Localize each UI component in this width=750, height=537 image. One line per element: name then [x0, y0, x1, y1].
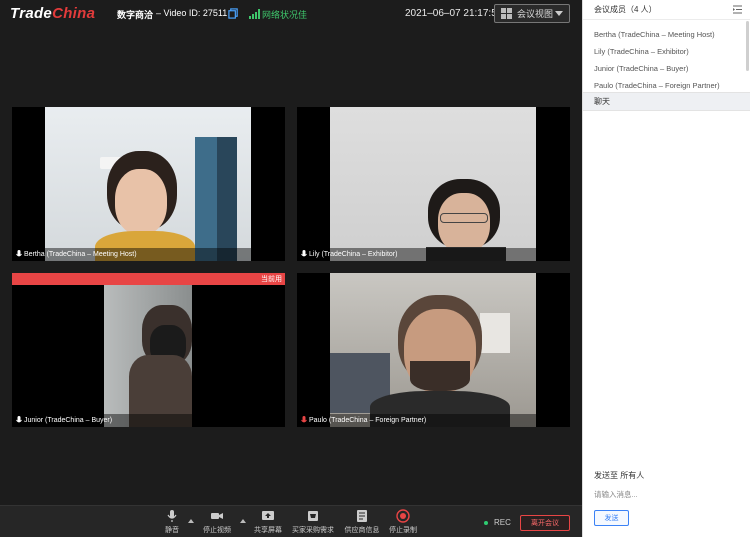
meeting-stage: TradeChina 数字商洽 – Video ID: 27511 网络状况佳 …	[0, 0, 582, 537]
stop-record-label: 停止录制	[389, 527, 417, 534]
recording-dot-icon	[484, 520, 488, 525]
chevron-down-icon	[555, 11, 563, 16]
active-speaker-label: 当前用	[261, 276, 282, 283]
microphone-icon	[301, 250, 307, 257]
mute-button[interactable]: 静音	[151, 509, 193, 535]
video-feed	[330, 273, 536, 427]
video-tile-junior[interactable]: 当前用 Junior (TradeChina – Buyer)	[12, 273, 285, 427]
video-id: – Video ID: 27511	[156, 8, 228, 18]
active-speaker-bar: 当前用	[12, 273, 285, 285]
share-screen-icon	[262, 511, 274, 520]
members-header: 会议成员（4 人）	[583, 0, 750, 20]
copy-icon[interactable]	[228, 8, 239, 19]
bottom-toolbar: 静音 停止视频 共享屏幕 买家采购需求 供应商信息 停止录制 REC 离开会议	[0, 505, 582, 537]
participant-name: Bertha (TradeChina – Meeting Host)	[24, 251, 137, 258]
buyer-needs-label: 买家采购需求	[292, 527, 334, 534]
record-icon	[396, 509, 410, 523]
stop-video-label: 停止视频	[203, 527, 231, 534]
supplier-info-label: 供应商信息	[344, 527, 380, 534]
grid-view-icon	[501, 8, 512, 19]
send-button[interactable]: 发送	[594, 510, 629, 526]
supplier-info-button[interactable]: 供应商信息	[341, 509, 383, 535]
side-panel: 会议成员（4 人） Bertha (TradeChina – Meeting H…	[582, 0, 750, 537]
network-status: 网络状况佳	[262, 10, 308, 20]
video-tile-paulo[interactable]: Paulo (TradeChina – Foreign Partner)	[297, 273, 570, 427]
microphone-muted-icon	[301, 416, 307, 423]
member-item[interactable]: Junior (TradeChina – Buyer)	[583, 60, 743, 77]
tradechina-logo: TradeChina	[10, 5, 96, 22]
recording-indicator: REC	[484, 518, 511, 527]
chat-message-input[interactable]	[589, 484, 745, 504]
microphone-icon	[16, 250, 22, 257]
microphone-icon	[16, 416, 22, 423]
tile-caption: Junior (TradeChina – Buyer)	[12, 414, 285, 427]
meeting-datetime: 2021–06–07 21:17:55	[405, 8, 503, 19]
video-tile-bertha[interactable]: Bertha (TradeChina – Meeting Host)	[12, 107, 285, 261]
video-feed	[330, 107, 536, 261]
tab-chat[interactable]: 聊天	[583, 92, 750, 111]
signal-icon	[249, 9, 260, 19]
leave-meeting-button[interactable]: 离开会议	[520, 515, 570, 531]
member-list: Bertha (TradeChina – Meeting Host) Lily …	[583, 26, 743, 94]
buyer-needs-button[interactable]: 买家采购需求	[292, 509, 334, 535]
member-item[interactable]: Lily (TradeChina – Exhibitor)	[583, 43, 743, 60]
share-screen-button[interactable]: 共享屏幕	[247, 509, 289, 535]
top-bar: TradeChina 数字商洽 – Video ID: 27511 网络状况佳 …	[0, 0, 582, 28]
mute-label: 静音	[165, 527, 179, 534]
brand-subtitle: 数字商洽	[117, 10, 154, 20]
video-options-caret[interactable]	[240, 519, 246, 523]
rec-label: REC	[494, 518, 511, 527]
meeting-view-label: 会议视图	[517, 9, 554, 19]
meeting-view-dropdown[interactable]: 会议视图	[494, 4, 570, 23]
participant-name: Paulo (TradeChina – Foreign Partner)	[309, 417, 427, 424]
video-feed	[104, 285, 192, 427]
member-list-scrollbar[interactable]	[746, 21, 749, 71]
supplier-info-icon	[357, 510, 367, 522]
tile-caption: Bertha (TradeChina – Meeting Host)	[12, 248, 285, 261]
video-feed	[45, 107, 251, 261]
participant-name: Junior (TradeChina – Buyer)	[24, 417, 113, 424]
microphone-icon	[167, 510, 177, 522]
audio-options-caret[interactable]	[188, 519, 194, 523]
participant-name: Lily (TradeChina – Exhibitor)	[309, 251, 398, 258]
shopping-cart-icon	[308, 511, 318, 521]
send-to-recipient[interactable]: 发送至 所有人	[594, 470, 644, 481]
camera-icon	[211, 513, 223, 519]
video-tile-lily[interactable]: Lily (TradeChina – Exhibitor)	[297, 107, 570, 261]
member-item[interactable]: Bertha (TradeChina – Meeting Host)	[583, 26, 743, 43]
stop-record-button[interactable]: 停止录制	[382, 509, 424, 535]
tile-caption: Paulo (TradeChina – Foreign Partner)	[297, 414, 570, 427]
share-screen-label: 共享屏幕	[254, 527, 282, 534]
members-title: 会议成员（4 人）	[594, 5, 657, 14]
tile-caption: Lily (TradeChina – Exhibitor)	[297, 248, 570, 261]
collapse-panel-icon[interactable]	[733, 5, 742, 14]
stop-video-button[interactable]: 停止视频	[196, 509, 238, 535]
